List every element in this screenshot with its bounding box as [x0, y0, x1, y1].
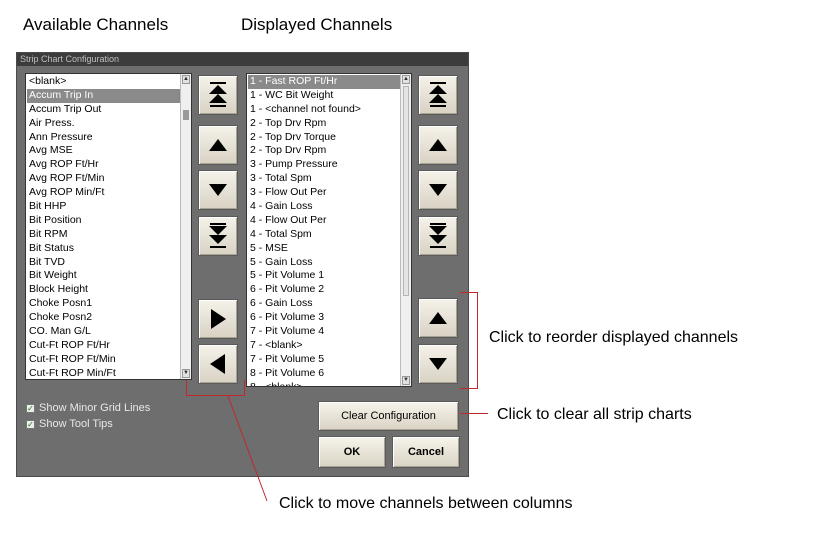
scroll-thumb[interactable] — [183, 110, 189, 120]
displayed-scrollbar[interactable]: ▲ ▼ — [400, 74, 411, 386]
available-items: <blank> Accum Trip In Accum Trip Out Air Pr… — [27, 75, 180, 379]
arrow-down-icon — [429, 184, 447, 196]
list-item[interactable]: Block Height — [27, 283, 180, 297]
move-callout-line — [227, 395, 268, 502]
list-item[interactable]: Cut-Ft ROP Min/Ft — [27, 367, 180, 379]
move-to-displayed-button[interactable] — [198, 299, 238, 339]
list-item[interactable]: 4 - Total Spm — [248, 228, 400, 242]
arrow-up-icon — [429, 312, 447, 324]
arrow-left-icon — [210, 354, 225, 374]
displayed-channels-list[interactable]: 1 - Fast ROP Ft/Hr 1 - WC Bit Weight 1 - <… — [246, 73, 412, 387]
list-item[interactable]: Cut-Ft ROP Ft/Hr — [27, 339, 180, 353]
list-item[interactable]: 1 - WC Bit Weight — [248, 89, 400, 103]
list-item[interactable]: <blank> — [27, 75, 180, 89]
scroll-up-arrow-icon[interactable]: ▲ — [182, 75, 190, 84]
list-item[interactable]: 3 - Total Spm — [248, 172, 400, 186]
list-item[interactable]: 6 - Gain Loss — [248, 297, 400, 311]
double-up-arrow-icon — [209, 82, 227, 107]
list-item[interactable]: 5 - MSE — [248, 242, 400, 256]
list-item[interactable]: 7 - Pit Volume 4 — [248, 325, 400, 339]
list-item[interactable]: Bit Position — [27, 214, 180, 228]
arrow-up-icon — [429, 139, 447, 151]
list-item[interactable]: 5 - Gain Loss — [248, 256, 400, 270]
list-item[interactable]: 2 - Top Drv Rpm — [248, 144, 400, 158]
list-item[interactable]: Ann Pressure — [27, 131, 180, 145]
ok-button[interactable]: OK — [318, 436, 386, 468]
scroll-thumb[interactable] — [403, 86, 409, 296]
list-item[interactable]: Choke Posn2 — [27, 311, 180, 325]
arrow-down-icon — [429, 358, 447, 370]
scroll-down-arrow-icon[interactable]: ▼ — [402, 376, 410, 385]
scroll-down-arrow-icon[interactable]: ▼ — [182, 369, 190, 378]
list-item[interactable]: Cut-Ft ROP Ft/Min — [27, 353, 180, 367]
list-item[interactable]: 5 - Pit Volume 1 — [248, 269, 400, 283]
list-item[interactable]: 2 - Top Drv Rpm — [248, 117, 400, 131]
list-item[interactable]: 8 - Pit Volume 6 — [248, 367, 400, 381]
list-item[interactable]: Air Press. — [27, 117, 180, 131]
arrow-up-icon — [209, 139, 227, 151]
list-item[interactable]: Avg ROP Min/Ft — [27, 186, 180, 200]
available-channels-list[interactable]: <blank> Accum Trip In Accum Trip Out Air Pr… — [25, 73, 192, 380]
list-item[interactable]: 3 - Flow Out Per — [248, 186, 400, 200]
arrow-down-icon — [209, 184, 227, 196]
list-item[interactable]: 1 - Fast ROP Ft/Hr — [248, 75, 400, 89]
move-callout: Click to move channels between columns — [279, 495, 573, 512]
list-item[interactable]: Accum Trip Out — [27, 103, 180, 117]
scroll-up-arrow-icon[interactable]: ▲ — [402, 75, 410, 84]
list-item[interactable]: 2 - Top Drv Torque — [248, 131, 400, 145]
list-item[interactable]: 7 - <blank> — [248, 339, 400, 353]
cancel-button[interactable]: Cancel — [392, 436, 460, 468]
clear-configuration-button[interactable]: Clear Configuration — [318, 401, 459, 431]
list-item[interactable]: 6 - Pit Volume 2 — [248, 283, 400, 297]
displayed-move-up-button[interactable] — [418, 125, 458, 165]
list-item[interactable]: Accum Trip In — [27, 88, 180, 103]
list-item[interactable]: CO. Man G/L — [27, 325, 180, 339]
double-down-arrow-icon — [209, 223, 227, 248]
list-item[interactable]: Avg ROP Ft/Hr — [27, 158, 180, 172]
available-move-down-button[interactable] — [198, 170, 238, 210]
list-item[interactable]: 3 - Pump Pressure — [248, 158, 400, 172]
list-item[interactable]: Bit Weight — [27, 269, 180, 283]
list-item[interactable]: 6 - Pit Volume 3 — [248, 311, 400, 325]
minor-grid-checkbox-row[interactable]: ✓ Show Minor Grid Lines — [26, 402, 150, 414]
list-item[interactable]: 8 - <blank> — [248, 381, 400, 386]
double-down-arrow-icon — [429, 223, 447, 248]
minor-grid-checkbox[interactable]: ✓ — [26, 403, 35, 413]
available-channels-heading: Available Channels — [23, 15, 169, 34]
list-item[interactable]: Avg MSE — [27, 144, 180, 158]
displayed-channels-heading: Displayed Channels — [241, 15, 393, 34]
list-item[interactable]: 4 - Flow Out Per — [248, 214, 400, 228]
available-scrollbar[interactable]: ▲ ▼ — [180, 74, 191, 379]
reorder-bracket — [460, 292, 478, 389]
list-item[interactable]: 1 - <channel not found> — [248, 103, 400, 117]
available-move-top-button[interactable] — [198, 75, 238, 115]
list-item[interactable]: 7 - Pit Volume 5 — [248, 353, 400, 367]
minor-grid-label: Show Minor Grid Lines — [39, 402, 151, 414]
list-item[interactable]: Avg ROP Ft/Min — [27, 172, 180, 186]
displayed-reorder-up-button[interactable] — [418, 298, 458, 338]
available-move-bottom-button[interactable] — [198, 216, 238, 256]
list-item[interactable]: 4 - Gain Loss — [248, 200, 400, 214]
list-item[interactable]: Bit TVD — [27, 256, 180, 270]
clear-callout-line — [460, 413, 488, 414]
displayed-reorder-down-button[interactable] — [418, 344, 458, 384]
reorder-callout: Click to reorder displayed channels — [489, 329, 739, 346]
displayed-move-top-button[interactable] — [418, 75, 458, 115]
list-item[interactable]: Bit Status — [27, 242, 180, 256]
tool-tips-checkbox[interactable]: ✓ — [26, 419, 35, 429]
displayed-items: 1 - Fast ROP Ft/Hr 1 - WC Bit Weight 1 - <… — [248, 75, 400, 386]
list-item[interactable]: Choke Posn1 — [27, 297, 180, 311]
list-item[interactable]: Bit HHP — [27, 200, 180, 214]
available-move-up-button[interactable] — [198, 125, 238, 165]
displayed-move-bottom-button[interactable] — [418, 216, 458, 256]
displayed-move-down-button[interactable] — [418, 170, 458, 210]
double-up-arrow-icon — [429, 82, 447, 107]
dialog-title: Strip Chart Configuration — [17, 53, 468, 66]
tool-tips-checkbox-row[interactable]: ✓ Show Tool Tips — [26, 418, 113, 430]
list-item[interactable]: Bit RPM — [27, 228, 180, 242]
tool-tips-label: Show Tool Tips — [39, 418, 113, 430]
move-to-available-button[interactable] — [198, 344, 238, 384]
clear-callout: Click to clear all strip charts — [497, 406, 692, 423]
arrow-right-icon — [211, 309, 226, 329]
